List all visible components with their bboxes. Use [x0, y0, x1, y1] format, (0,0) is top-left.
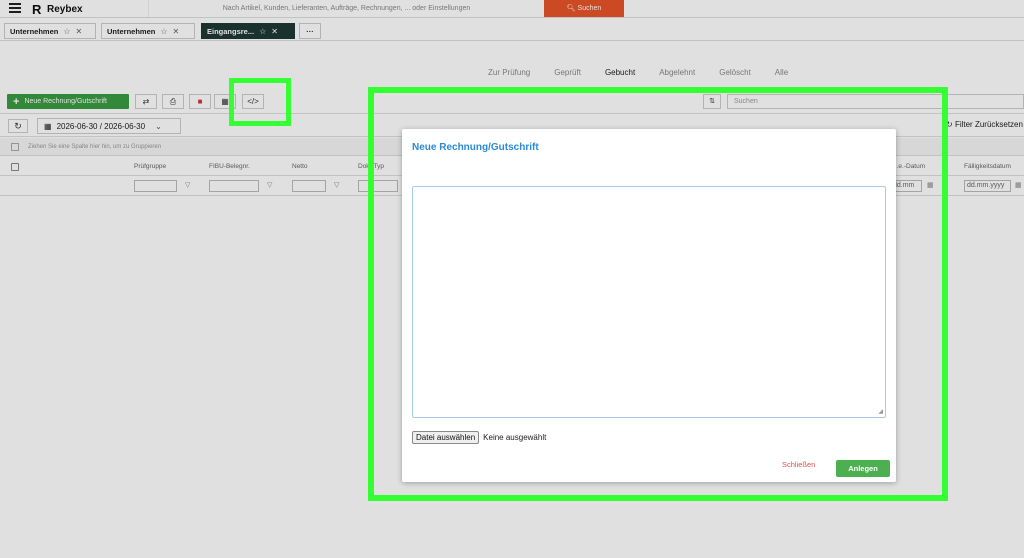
resize-grip-icon[interactable]: ◢: [878, 408, 883, 415]
choose-file-button[interactable]: Datei auswählen: [412, 431, 480, 444]
dialog-title: Neue Rechnung/Gutschrift: [412, 142, 539, 153]
close-dialog-button[interactable]: Schließen: [782, 460, 815, 469]
file-status-text: Keine ausgewählt: [483, 433, 547, 442]
create-button[interactable]: Anlegen: [836, 460, 890, 477]
file-upload-row: Datei auswählen Keine ausgewählt: [412, 431, 546, 444]
invoice-textarea[interactable]: ◢: [412, 186, 886, 418]
highlight-box-code-button: [229, 78, 291, 126]
new-invoice-dialog: Neue Rechnung/Gutschrift ◢ Datei auswähl…: [402, 129, 896, 482]
